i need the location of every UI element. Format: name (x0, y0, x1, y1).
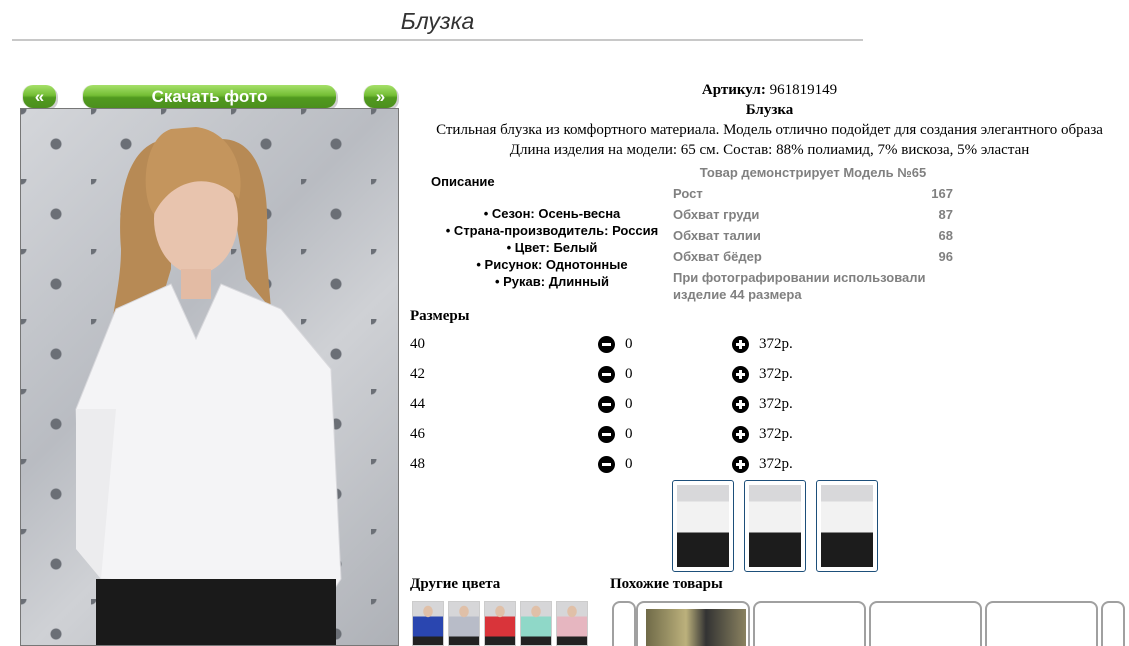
price-label: 372р. (759, 456, 793, 472)
product-info: Артикул: 961819149 Блузка Стильная блузк… (410, 80, 1129, 160)
download-photo-button[interactable]: Скачать фото (83, 85, 336, 108)
prev-photo-button[interactable]: « (23, 85, 56, 108)
increase-quantity-button[interactable] (732, 426, 749, 443)
thumbnail-image (749, 485, 801, 567)
quantity-value: 0 (625, 456, 633, 472)
model-row-value: 87 (938, 207, 953, 222)
article-number: 961819149 (769, 82, 838, 98)
size-row: 44 0 372р. (410, 396, 830, 426)
similar-product-card[interactable] (869, 601, 982, 646)
decrease-quantity-button[interactable] (598, 456, 615, 473)
decrease-quantity-button[interactable] (598, 396, 615, 413)
photo-thumbnail[interactable] (672, 480, 734, 572)
product-description-2: Длина изделия на модели: 65 см. Состав: … (509, 142, 1030, 158)
description-item: • Рукав: Длинный (494, 274, 610, 289)
similar-product-card[interactable] (636, 601, 750, 646)
description-heading: Описание (431, 174, 495, 189)
sizes-heading: Размеры (410, 308, 470, 324)
product-name: Блузка (745, 102, 794, 118)
model-row-value: 96 (938, 249, 953, 264)
minus-icon (598, 456, 615, 473)
size-label: 42 (410, 366, 425, 382)
model-row: Обхват груди 87 (673, 204, 953, 225)
page-title: Блузка (400, 8, 475, 34)
minus-icon (598, 366, 615, 383)
photo-thumbnail[interactable] (744, 480, 806, 572)
description-item: • Страна-производитель: Россия (445, 223, 659, 238)
decrease-quantity-button[interactable] (598, 336, 615, 353)
quantity-value: 0 (625, 366, 633, 382)
minus-icon (598, 426, 615, 443)
model-row: Обхват бёдер 96 (673, 246, 953, 267)
other-colors-heading: Другие цвета (410, 576, 501, 592)
model-note: При фотографировании использовали издели… (673, 270, 926, 302)
photo-thumbnail[interactable] (816, 480, 878, 572)
price-label: 372р. (759, 396, 793, 412)
increase-quantity-button[interactable] (732, 456, 749, 473)
article-label: Артикул: (701, 82, 766, 98)
plus-icon (732, 426, 749, 443)
description-list: • Сезон: Осень-весна • Страна-производит… (430, 205, 674, 290)
plus-icon (732, 456, 749, 473)
model-row-value: 167 (931, 186, 953, 201)
similar-products-heading: Похожие товары (610, 576, 723, 592)
price-label: 372р. (759, 426, 793, 442)
color-variant-thumbnail[interactable] (520, 601, 552, 646)
model-row-label: Рост (673, 186, 703, 201)
increase-quantity-button[interactable] (732, 366, 749, 383)
quantity-value: 0 (625, 336, 633, 352)
model-measurements: Товар демонстрирует Модель №65 Рост 167 О… (673, 162, 953, 303)
product-description-1: Стильная блузка из комфортного материала… (436, 122, 1103, 138)
model-heading: Товар демонстрирует Модель №65 (699, 165, 927, 180)
model-figure-image (75, 127, 342, 645)
thumbnail-image (821, 485, 873, 567)
similar-product-image (646, 609, 746, 646)
similar-product-card[interactable] (753, 601, 866, 646)
size-label: 44 (410, 396, 425, 412)
decrease-quantity-button[interactable] (598, 426, 615, 443)
size-row: 46 0 372р. (410, 426, 830, 456)
size-label: 48 (410, 456, 425, 472)
next-photo-button[interactable]: » (364, 85, 397, 108)
quantity-value: 0 (625, 396, 633, 412)
color-variant-thumbnail[interactable] (484, 601, 516, 646)
price-label: 372р. (759, 336, 793, 352)
plus-icon (732, 396, 749, 413)
description-item: • Рисунок: Однотонные (476, 257, 628, 272)
size-row: 42 0 372р. (410, 366, 830, 396)
color-variant-thumbnail[interactable] (556, 601, 588, 646)
main-product-photo[interactable] (20, 108, 399, 646)
model-row-label: Обхват бёдер (673, 249, 762, 264)
description-item: • Сезон: Осень-весна (483, 206, 621, 221)
model-row: Обхват талии 68 (673, 225, 953, 246)
article-line: Артикул: 961819149 (410, 80, 1129, 100)
color-variant-thumbnail[interactable] (448, 601, 480, 646)
price-label: 372р. (759, 366, 793, 382)
thumbnail-image (677, 485, 729, 567)
plus-icon (732, 366, 749, 383)
title-divider (12, 39, 863, 41)
color-variant-thumbnail[interactable] (412, 601, 444, 646)
similar-carousel-left-edge[interactable] (612, 601, 636, 646)
size-row: 40 0 372р. (410, 336, 830, 366)
size-label: 40 (410, 336, 425, 352)
increase-quantity-button[interactable] (732, 396, 749, 413)
increase-quantity-button[interactable] (732, 336, 749, 353)
size-label: 46 (410, 426, 425, 442)
minus-icon (598, 396, 615, 413)
description-item: • Цвет: Белый (506, 240, 598, 255)
similar-carousel-right-edge[interactable] (1101, 601, 1125, 646)
plus-icon (732, 336, 749, 353)
model-row: Рост 167 (673, 183, 953, 204)
model-row-value: 68 (938, 228, 953, 243)
decrease-quantity-button[interactable] (598, 366, 615, 383)
model-row-label: Обхват талии (673, 228, 761, 243)
similar-product-card[interactable] (985, 601, 1098, 646)
quantity-value: 0 (625, 426, 633, 442)
minus-icon (598, 336, 615, 353)
model-row-label: Обхват груди (673, 207, 760, 222)
